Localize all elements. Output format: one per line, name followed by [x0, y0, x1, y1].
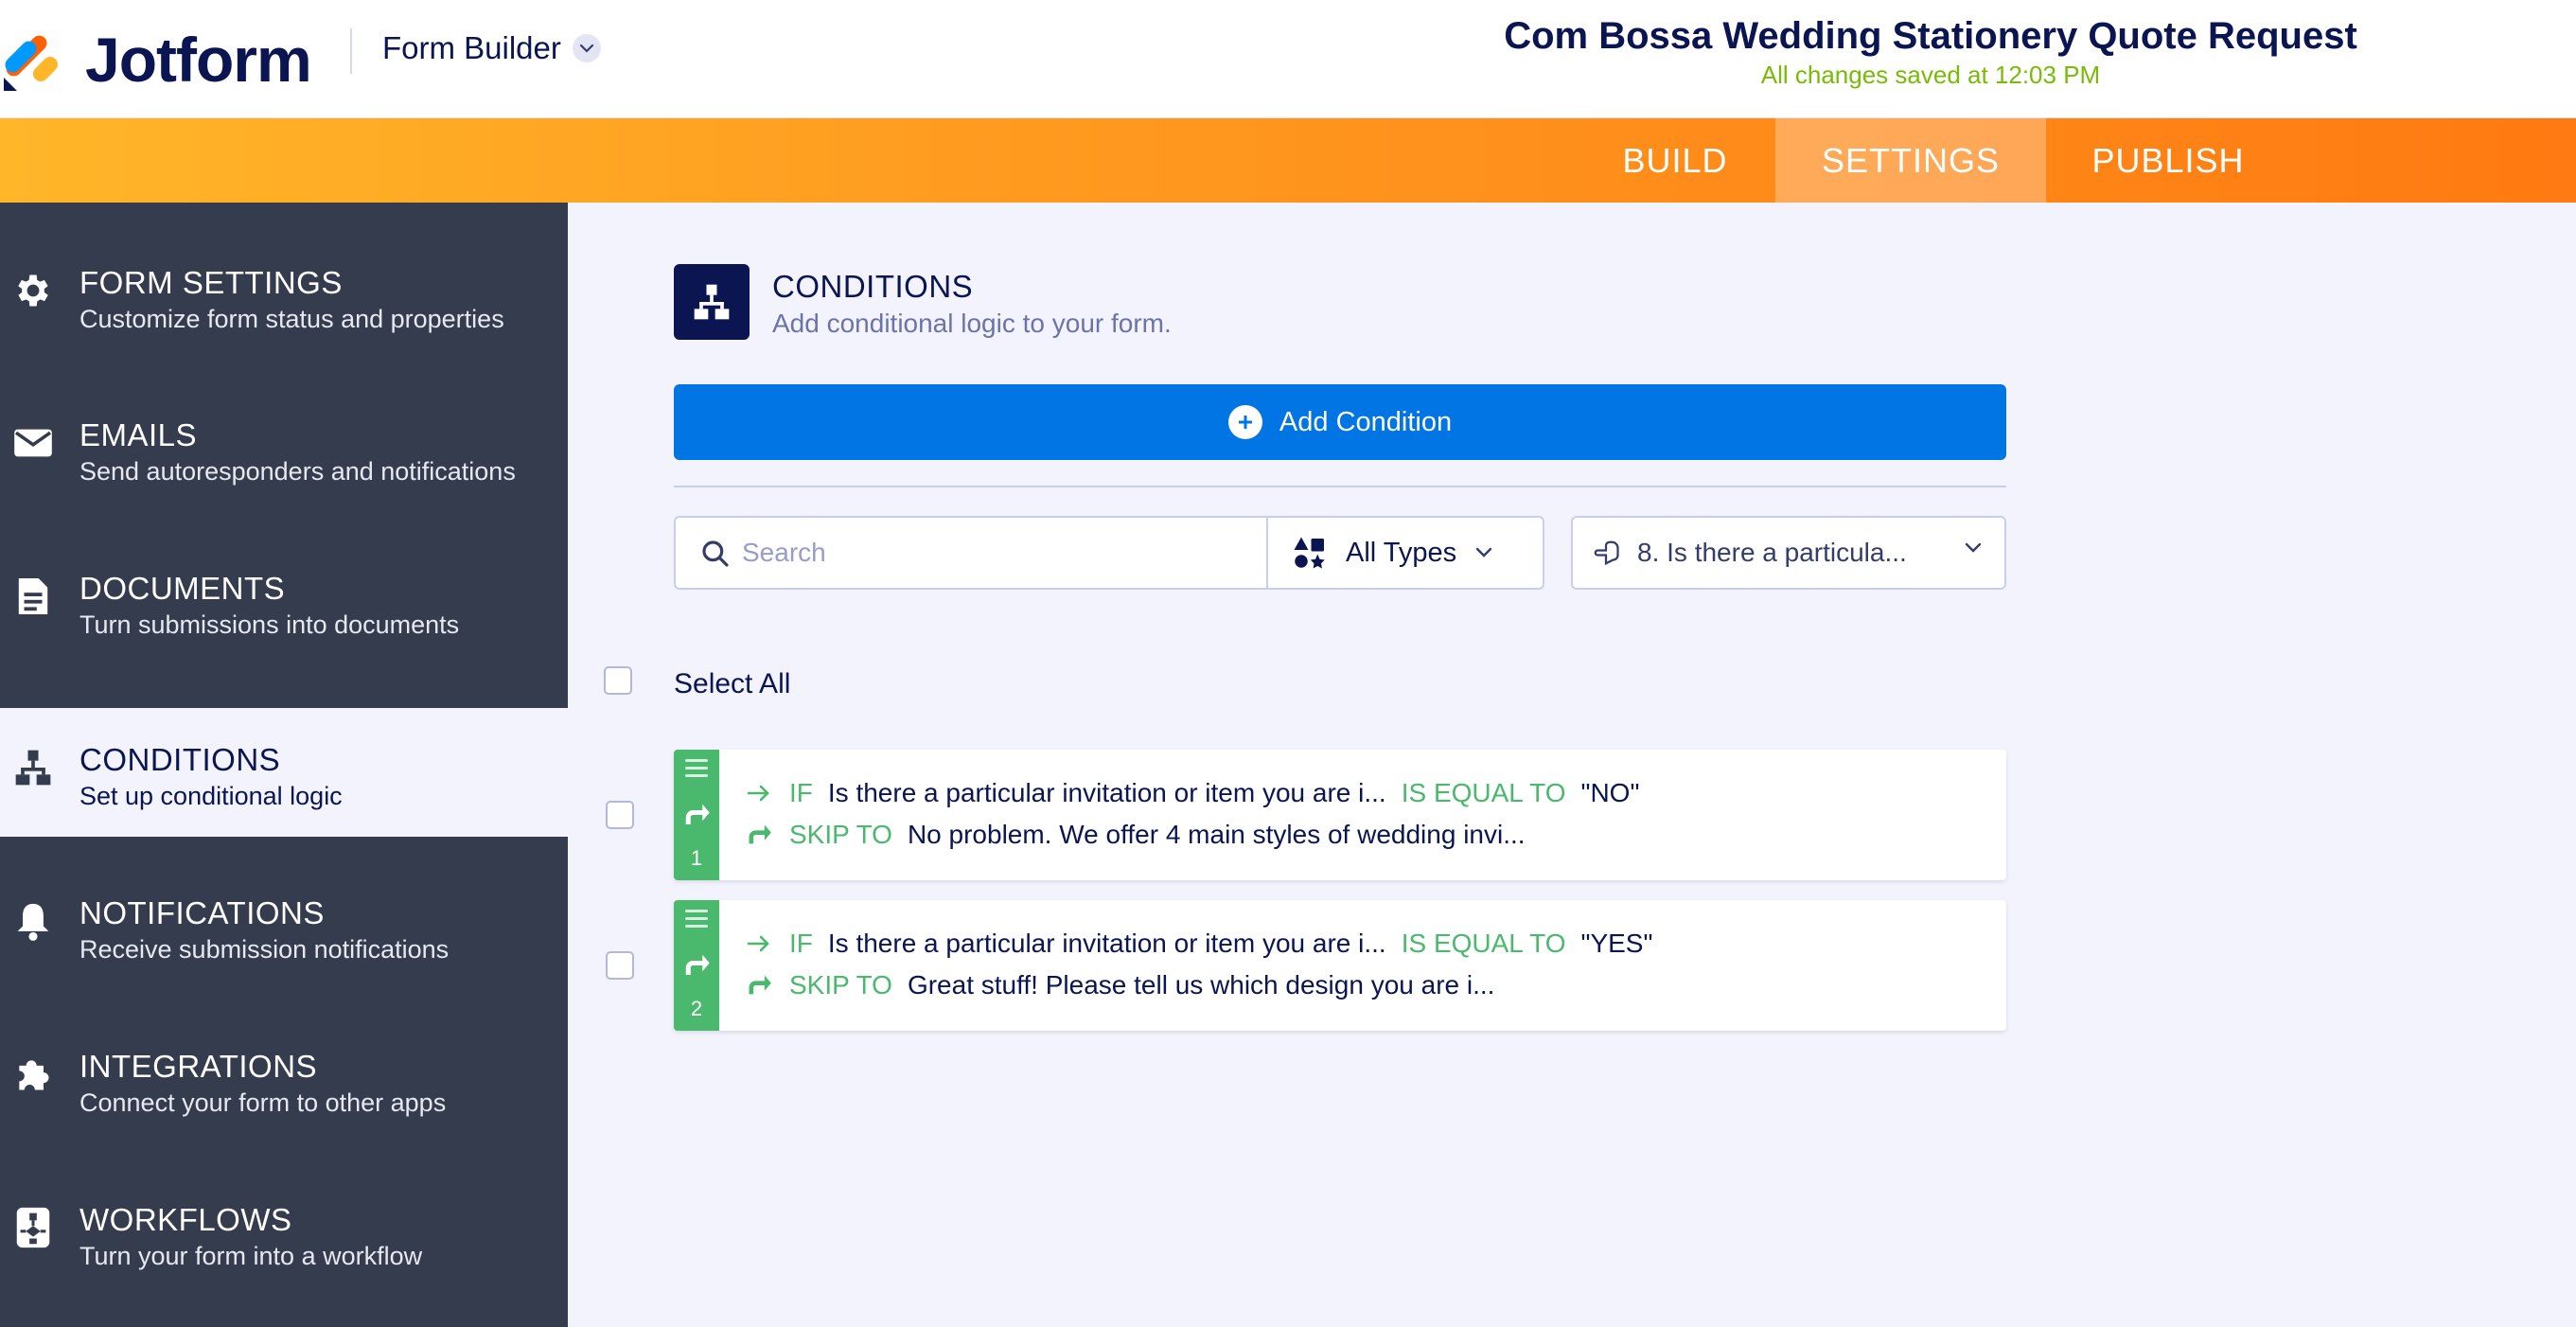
sidebar-item-workflows[interactable]: WORKFLOWS Turn your form into a workflow: [0, 1168, 568, 1297]
sidebar-item-subtitle: Set up conditional logic: [79, 782, 343, 810]
condition-if-line: IF Is there a particular invitation or i…: [744, 929, 1652, 959]
condition-checkbox[interactable]: [606, 801, 634, 829]
drag-handle-icon[interactable]: [685, 910, 708, 932]
top-header: Jotform Form Builder Com Bossa Wedding S…: [0, 0, 2576, 118]
condition-field: Is there a particular invitation or item…: [827, 929, 1386, 958]
field-filter-value: 8. Is there a particula...: [1637, 538, 1907, 567]
sidebar-item-notifications[interactable]: NOTIFICATIONS Receive submission notific…: [0, 861, 568, 990]
condition-action-line: SKIP TO Great stuff! Please tell us whic…: [744, 970, 1494, 1000]
condition-strip: 1: [674, 750, 719, 880]
sidebar-item-title: NOTIFICATIONS: [79, 895, 325, 930]
sidebar-item-title: WORKFLOWS: [79, 1202, 292, 1237]
pointer-hand-icon: [1594, 540, 1619, 566]
add-condition-button[interactable]: Add Condition: [674, 384, 2006, 460]
sidebar-item-title: CONDITIONS: [79, 742, 281, 777]
condition-checkbox[interactable]: [606, 951, 634, 980]
search-icon: [702, 540, 729, 567]
add-condition-label: Add Condition: [1279, 406, 1453, 437]
sidebar-item-form-settings[interactable]: FORM SETTINGS Customize form status and …: [0, 231, 568, 360]
select-all-checkbox[interactable]: [604, 666, 632, 695]
conditions-header-icon: [674, 264, 750, 340]
sidebar-item-title: FORM SETTINGS: [79, 265, 343, 300]
document-icon: [11, 575, 55, 618]
skip-to-keyword: SKIP TO: [789, 820, 892, 849]
condition-action-line: SKIP TO No problem. We offer 4 main styl…: [744, 820, 1526, 850]
type-filter-value: All Types: [1346, 537, 1457, 568]
condition-target: No problem. We offer 4 main styles of we…: [907, 820, 1526, 849]
tab-publish[interactable]: PUBLISH: [2050, 118, 2286, 203]
form-builder-label: Form Builder: [382, 30, 561, 65]
hierarchy-icon: [11, 746, 55, 789]
gear-icon: [11, 269, 55, 312]
sidebar-item-subtitle: Receive submission notifications: [79, 935, 450, 964]
sidebar-item-subtitle: Connect your form to other apps: [79, 1088, 447, 1117]
skip-arrow-icon: [744, 970, 774, 1000]
chevron-down-icon: [572, 34, 601, 62]
condition-value: "NO": [1580, 778, 1640, 807]
sidebar-item-subtitle: Turn submissions into documents: [79, 610, 460, 639]
sidebar-item-title: DOCUMENTS: [79, 571, 286, 606]
select-all-label[interactable]: Select All: [674, 668, 790, 700]
sidebar-item-emails[interactable]: EMAILS Send autoresponders and notificat…: [0, 383, 568, 512]
settings-sidebar: FORM SETTINGS Customize form status and …: [0, 203, 568, 1327]
tab-build[interactable]: BUILD: [1590, 118, 1760, 203]
condition-field: Is there a particular invitation or item…: [827, 778, 1386, 807]
form-builder-switcher[interactable]: Form Builder: [382, 30, 601, 66]
condition-number: 2: [690, 997, 703, 1020]
sidebar-item-subtitle: Turn your form into a workflow: [79, 1242, 423, 1270]
condition-number: 1: [690, 846, 703, 870]
shapes-icon: [1294, 537, 1325, 569]
divider: [674, 486, 2006, 487]
puzzle-icon: [11, 1053, 55, 1096]
plus-icon: [1227, 405, 1262, 439]
page-title: CONDITIONS: [772, 269, 974, 304]
search-field: [674, 516, 1268, 590]
condition-strip: 2: [674, 900, 719, 1031]
skip-arrow-icon: [685, 804, 710, 824]
sidebar-item-conditions[interactable]: CONDITIONS Set up conditional logic: [0, 708, 568, 837]
sidebar-item-subtitle: Customize form status and properties: [79, 305, 504, 333]
arrow-right-icon: [744, 929, 774, 959]
if-keyword: IF: [789, 778, 813, 807]
condition-operator: IS EQUAL TO: [1401, 929, 1566, 958]
envelope-icon: [11, 421, 55, 465]
jotform-logo-mark-icon: [0, 27, 66, 93]
condition-operator: IS EQUAL TO: [1401, 778, 1566, 807]
header-divider: [350, 28, 352, 74]
sidebar-item-documents[interactable]: DOCUMENTS Turn submissions into document…: [0, 537, 568, 665]
sidebar-item-integrations[interactable]: INTEGRATIONS Connect your form to other …: [0, 1015, 568, 1143]
chevron-down-icon: [1475, 547, 1492, 557]
skip-arrow-icon: [685, 954, 710, 975]
sidebar-item-title: INTEGRATIONS: [79, 1049, 318, 1084]
drag-handle-icon[interactable]: [685, 759, 708, 782]
arrow-right-icon: [744, 778, 774, 808]
condition-card[interactable]: 1 IF Is there a particular invitation or…: [674, 750, 2006, 880]
sidebar-item-title: EMAILS: [79, 417, 198, 452]
condition-card[interactable]: 2 IF Is there a particular invitation or…: [674, 900, 2006, 1031]
workflow-icon: [11, 1206, 55, 1249]
builder-nav: BUILD SETTINGS PUBLISH: [0, 118, 2576, 203]
field-filter-dropdown[interactable]: 8. Is there a particula...: [1571, 516, 2006, 590]
bell-icon: [11, 899, 55, 943]
condition-if-line: IF Is there a particular invitation or i…: [744, 778, 1639, 808]
condition-value: "YES": [1580, 929, 1653, 958]
logo-text: Jotform: [85, 25, 312, 95]
chevron-down-icon: [1965, 542, 1982, 553]
form-title[interactable]: Com Bossa Wedding Stationery Quote Reque…: [1457, 15, 2404, 58]
tab-settings[interactable]: SETTINGS: [1775, 118, 2046, 203]
condition-target: Great stuff! Please tell us which design…: [907, 970, 1495, 1000]
skip-arrow-icon: [744, 820, 774, 850]
skip-to-keyword: SKIP TO: [789, 970, 892, 1000]
page-subtitle: Add conditional logic to your form.: [772, 309, 1172, 338]
sidebar-item-subtitle: Send autoresponders and notifications: [79, 457, 516, 486]
jotform-logo[interactable]: Jotform: [0, 17, 312, 102]
save-status: All changes saved at 12:03 PM: [1760, 61, 2101, 89]
if-keyword: IF: [789, 929, 813, 958]
type-filter-dropdown[interactable]: All Types: [1266, 516, 1544, 590]
search-input[interactable]: [742, 531, 1253, 575]
